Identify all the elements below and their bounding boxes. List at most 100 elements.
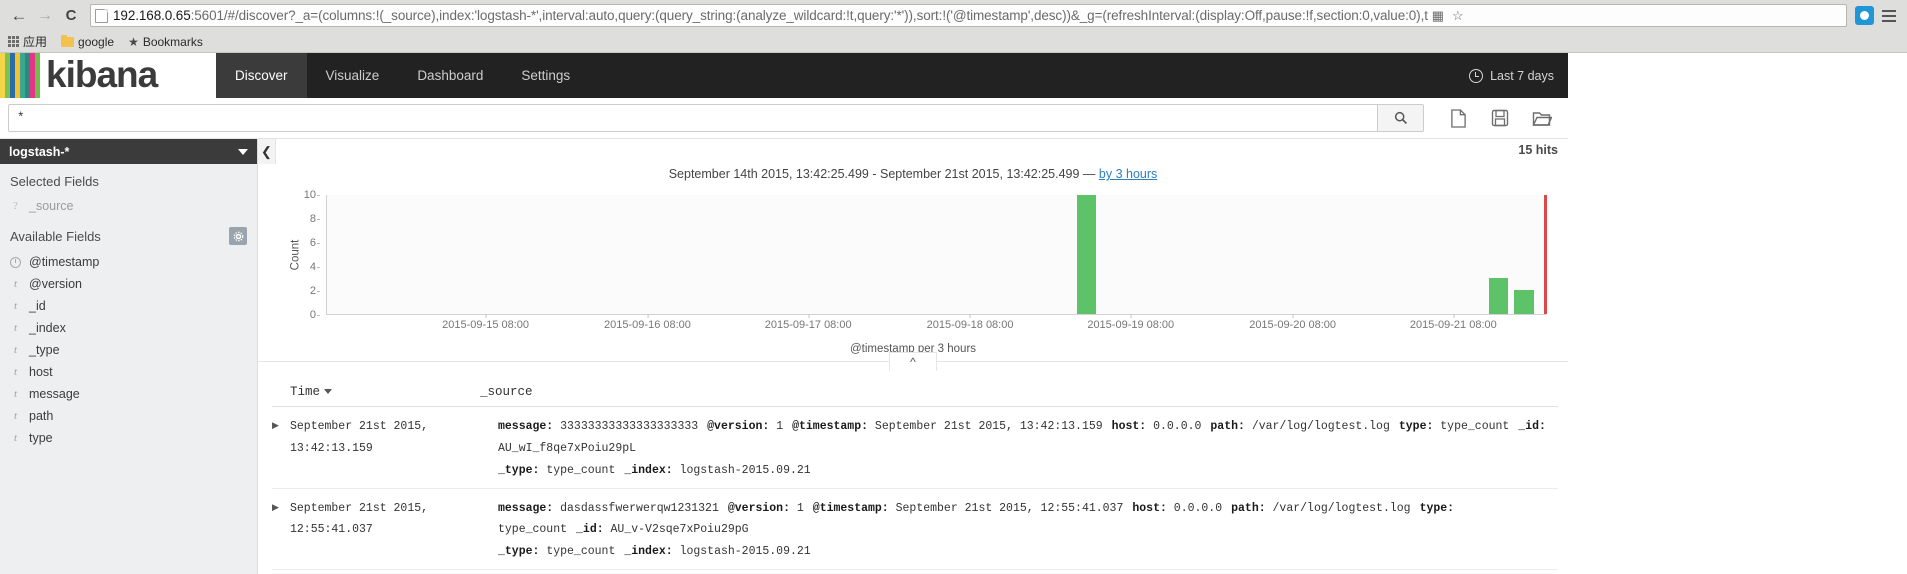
field-name: host	[29, 365, 53, 379]
address-bar[interactable]: 192.168.0.65:5601/#/discover?_a=(columns…	[90, 4, 1847, 27]
expand-row-icon[interactable]: ▶	[272, 416, 290, 482]
url-host: 192.168.0.65	[113, 8, 191, 23]
chart-collapse-bar: ^	[258, 352, 1568, 379]
field-value: 1	[776, 420, 784, 433]
histogram-bar[interactable]	[1076, 195, 1097, 314]
sidebar-field-message[interactable]: t message	[0, 383, 257, 405]
y-tick: 2	[309, 285, 321, 297]
clock-icon	[1469, 68, 1484, 83]
field-key: host:	[1132, 501, 1167, 515]
bookmark-star-icon[interactable]: ☆	[1448, 5, 1468, 26]
load-search-button[interactable]	[1524, 104, 1560, 132]
back-arrow-icon[interactable]: ←	[6, 3, 32, 29]
sort-desc-icon	[324, 389, 333, 395]
search-icon	[1394, 111, 1407, 125]
save-disk-icon	[1491, 109, 1509, 127]
sidebar-field-type[interactable]: t _type	[0, 339, 257, 361]
tab-discover[interactable]: Discover	[216, 53, 307, 98]
field-name: _id	[29, 299, 46, 313]
sidebar-field-source[interactable]: ? _source	[0, 195, 257, 217]
tab-settings[interactable]: Settings	[502, 53, 589, 98]
x-tick: 2015-09-20 08:00	[1249, 314, 1337, 331]
field-type-string-icon: t	[13, 344, 18, 356]
chevron-down-icon	[238, 148, 248, 155]
kibana-logo[interactable]: kibana	[0, 53, 216, 98]
histogram-chart: September 14th 2015, 13:42:25.499 - Sept…	[258, 139, 1568, 355]
time-picker-label: Last 7 days	[1490, 68, 1554, 83]
search-input[interactable]	[9, 105, 1377, 131]
column-header-source[interactable]: _source	[480, 385, 1558, 399]
cell-time: September 21st 2015, 12:55:41.037	[290, 501, 429, 537]
sidebar-field-timestamp[interactable]: @timestamp	[0, 251, 257, 273]
field-type-string-icon: t	[13, 278, 18, 290]
x-tick: 2015-09-17 08:00	[764, 314, 852, 331]
bookmark-google[interactable]: google	[61, 34, 114, 49]
chart-collapse-button[interactable]: ^	[889, 352, 937, 371]
save-search-button[interactable]	[1482, 104, 1518, 132]
y-axis-ticks: 10 8 6 4 2 0	[296, 189, 321, 321]
forward-arrow-icon[interactable]: →	[32, 3, 58, 29]
bookmark-label: 应用	[23, 35, 48, 49]
tab-label: Settings	[521, 68, 571, 83]
page-info-icon	[95, 8, 108, 23]
page-actions-icon[interactable]: ▦	[1428, 5, 1448, 26]
field-key: @timestamp:	[812, 501, 889, 515]
extension-button[interactable]	[1851, 3, 1877, 29]
sidebar-field-index[interactable]: t _index	[0, 317, 257, 339]
field-key: _index:	[624, 463, 673, 477]
browser-menu-icon[interactable]	[1877, 3, 1901, 29]
browser-chrome: ← → C 192.168.0.65:5601/#/discover?_a=(c…	[0, 0, 1907, 53]
search-submit-button[interactable]	[1377, 105, 1423, 131]
field-key: message:	[498, 420, 554, 433]
hits-count: 15 hits	[1518, 143, 1558, 157]
new-search-button[interactable]	[1440, 104, 1476, 132]
sidebar-field-host[interactable]: t host	[0, 361, 257, 383]
y-tick: 6	[309, 237, 321, 249]
y-tick: 10	[303, 189, 321, 201]
bookmark-apps[interactable]: 应用	[8, 33, 47, 50]
cell-time: September 21st 2015, 13:42:13.159	[290, 420, 429, 455]
x-tick: 2015-09-16 08:00	[604, 314, 691, 331]
sidebar-field-typefield[interactable]: t type	[0, 427, 257, 449]
sidebar-field-id[interactable]: t _id	[0, 295, 257, 317]
sidebar-field-version[interactable]: t @version	[0, 273, 257, 295]
bookmark-bookmarks[interactable]: ★ Bookmarks	[128, 35, 203, 49]
tab-dashboard[interactable]: Dashboard	[398, 53, 502, 98]
field-key: @version:	[707, 420, 770, 433]
y-tick: 4	[309, 261, 321, 273]
histogram-bar-edge[interactable]	[1544, 195, 1547, 314]
sidebar-field-path[interactable]: t path	[0, 405, 257, 427]
open-folder-icon	[1532, 111, 1552, 126]
time-picker[interactable]: Last 7 days	[1469, 53, 1568, 98]
url-text: 192.168.0.65:5601/#/discover?_a=(columns…	[113, 8, 1428, 23]
reload-icon[interactable]: C	[58, 3, 84, 29]
x-tick: 2015-09-18 08:00	[926, 314, 1014, 331]
field-key: path:	[1231, 501, 1266, 515]
table-row[interactable]: ▶ September 21st 2015, 13:42:13.159 mess…	[272, 407, 1558, 489]
tab-label: Visualize	[325, 68, 380, 83]
chart-interval-link[interactable]: by 3 hours	[1099, 167, 1157, 181]
field-key: type:	[1398, 420, 1434, 433]
column-header-time[interactable]: Time	[272, 385, 480, 399]
field-key: _id:	[1518, 420, 1546, 433]
index-pattern-selector[interactable]: logstash-*	[0, 139, 257, 164]
histogram-bar[interactable]	[1514, 290, 1534, 314]
histogram-bar[interactable]	[1488, 278, 1509, 314]
folder-icon	[61, 34, 75, 47]
x-tick: 2015-09-21 08:00	[1409, 314, 1497, 331]
field-value: /var/log/logtest.log	[1272, 501, 1411, 515]
expand-row-icon[interactable]: ▶	[272, 498, 290, 564]
sidebar-collapse-button[interactable]: ❮	[258, 139, 276, 164]
bookmarks-bar: 应用 google ★ Bookmarks	[0, 31, 1907, 52]
gear-icon[interactable]	[229, 227, 247, 245]
kibana-body: logstash-* Selected Fields ? _source Ava…	[0, 139, 1568, 574]
table-row[interactable]: ▶ September 21st 2015, 12:55:41.037 mess…	[272, 489, 1558, 571]
available-fields-header: Available Fields	[0, 217, 257, 251]
search-box[interactable]	[8, 104, 1424, 132]
tab-visualize[interactable]: Visualize	[307, 53, 399, 98]
field-value: dasdassfwerwerqw1231321	[560, 501, 719, 515]
browser-toolbar: ← → C 192.168.0.65:5601/#/discover?_a=(c…	[0, 0, 1907, 31]
field-type-string-icon: t	[13, 388, 18, 400]
field-name: message	[29, 387, 80, 401]
selected-fields-title: Selected Fields	[10, 174, 99, 189]
